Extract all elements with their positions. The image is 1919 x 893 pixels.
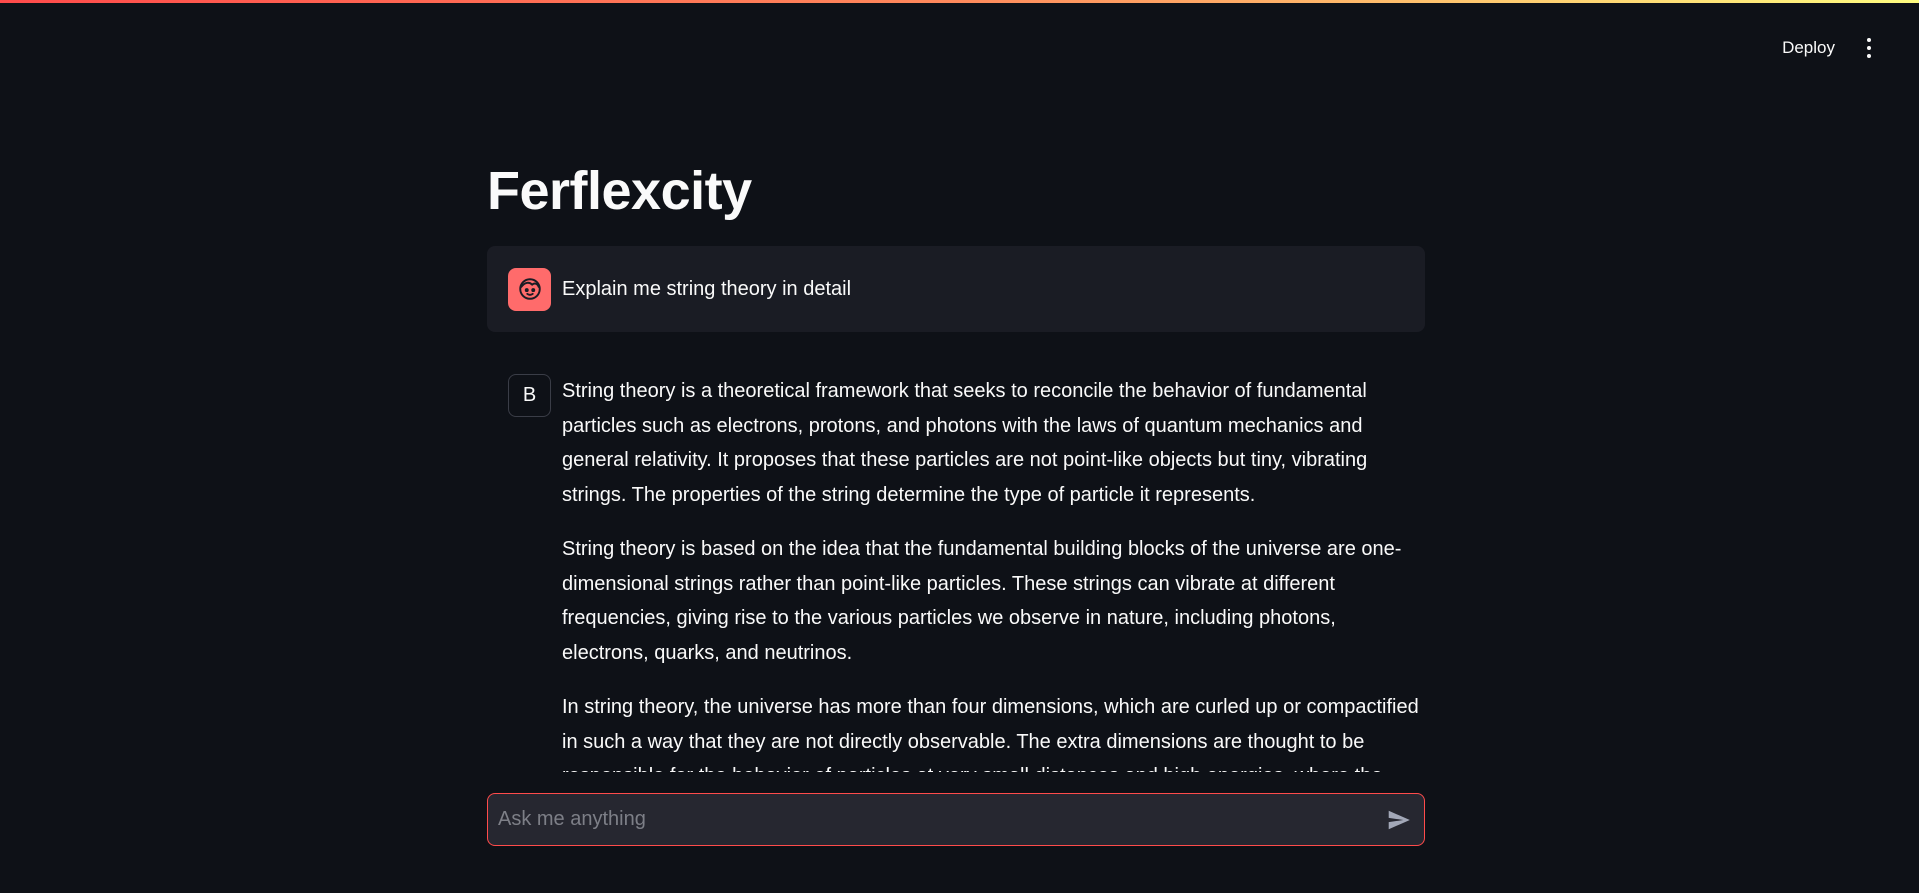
- top-accent-bar: [0, 0, 1919, 3]
- vertical-ellipsis-icon[interactable]: [1861, 36, 1877, 60]
- assistant-chat-message: B String theory is a theoretical framewo…: [508, 374, 1425, 774]
- assistant-paragraph: String theory is a theoretical framework…: [562, 380, 1368, 506]
- user-chat-message: Explain me string theory in detail: [487, 246, 1425, 332]
- send-icon[interactable]: [1374, 794, 1424, 845]
- assistant-message-text: String theory is a theoretical framework…: [562, 374, 1425, 774]
- page-title: Ferflexcity: [487, 161, 752, 221]
- user-face-icon: [508, 267, 551, 311]
- assistant-avatar: B: [508, 374, 551, 417]
- assistant-paragraph: String theory is based on the idea that …: [562, 538, 1402, 664]
- deploy-button[interactable]: Deploy: [1782, 38, 1835, 58]
- assistant-paragraph: In string theory, the universe has more …: [562, 696, 1419, 774]
- app-toolbar: Deploy: [1782, 30, 1877, 66]
- user-message-text: Explain me string theory in detail: [562, 277, 852, 300]
- chat-input-container: [487, 793, 1425, 846]
- chat-input[interactable]: [488, 794, 1374, 845]
